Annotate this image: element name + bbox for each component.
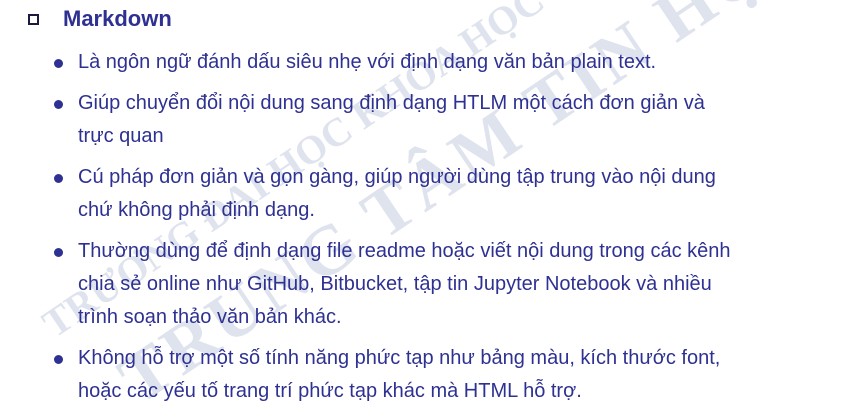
section-heading: Markdown (28, 6, 172, 32)
bullet-dot-icon (54, 174, 63, 183)
list-item: Là ngôn ngữ đánh dấu siêu nhẹ với định d… (54, 46, 731, 79)
line: Không hỗ trợ một số tính năng phức tạp n… (78, 347, 721, 369)
line: Thường dùng để định dạng file readme hoặ… (78, 240, 731, 262)
line: Giúp chuyển đổi nội dung sang định dạng … (78, 92, 705, 114)
square-bullet-icon (28, 13, 39, 25)
line: chia sẻ online như GitHub, Bitbucket, tậ… (78, 273, 712, 295)
line: trình soạn thảo văn bản khác. (78, 306, 342, 328)
list-item: Thường dùng để định dạng file readme hoặ… (54, 235, 731, 334)
list-item: Cú pháp đơn giản và gọn gàng, giúp người… (54, 161, 731, 227)
line: hoặc các yếu tố trang trí phức tạp khác … (78, 380, 582, 402)
line: chứ không phải định dạng. (78, 199, 315, 221)
bullet-list: Là ngôn ngữ đánh dấu siêu nhẹ với định d… (54, 46, 731, 416)
heading-text: Markdown (63, 6, 172, 31)
list-item: Giúp chuyển đổi nội dung sang định dạng … (54, 87, 731, 153)
bullet-dot-icon (54, 59, 63, 68)
bullet-dot-icon (54, 355, 63, 364)
line: Cú pháp đơn giản và gọn gàng, giúp người… (78, 166, 716, 188)
list-item: Không hỗ trợ một số tính năng phức tạp n… (54, 342, 731, 408)
line: trực quan (78, 125, 164, 147)
bullet-dot-icon (54, 100, 63, 109)
line: Là ngôn ngữ đánh dấu siêu nhẹ với định d… (78, 51, 657, 73)
bullet-dot-icon (54, 248, 63, 257)
